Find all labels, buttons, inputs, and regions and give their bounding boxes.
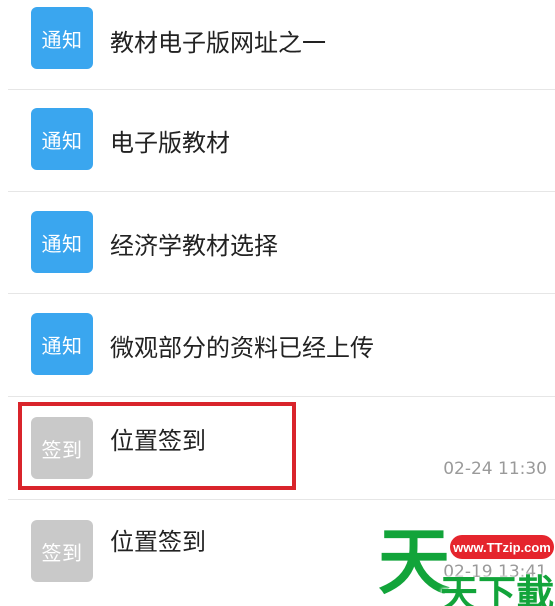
list-item-notice-economics[interactable]: 通知 经济学教材选择 [0, 192, 555, 294]
item-title: 经济学教材选择 [110, 232, 278, 260]
notice-badge: 通知 [31, 313, 93, 375]
checkin-badge: 签到 [31, 417, 93, 479]
item-title: 电子版教材 [110, 129, 230, 157]
notice-badge: 通知 [31, 7, 93, 69]
item-title: 位置签到 [110, 427, 206, 455]
list-item-notice-micro-materials[interactable]: 通知 微观部分的资料已经上传 [0, 294, 555, 396]
list-item-checkin-2[interactable]: 签到 位置签到 02-19 13:41 [0, 500, 555, 602]
notice-badge: 通知 [31, 108, 93, 170]
item-timestamp: 02-19 13:41 [443, 562, 547, 582]
item-title: 教材电子版网址之一 [110, 29, 326, 57]
item-timestamp: 02-24 11:30 [443, 459, 547, 479]
item-title: 位置签到 [110, 528, 206, 556]
list-item-notice-textbook-link[interactable]: 通知 教材电子版网址之一 [0, 0, 555, 90]
item-title: 微观部分的资料已经上传 [110, 334, 374, 362]
checkin-badge: 签到 [31, 520, 93, 582]
list-item-checkin-1[interactable]: 签到 位置签到 02-24 11:30 [0, 397, 555, 499]
activity-list: 通知 教材电子版网址之一 通知 电子版教材 通知 经济学教材选择 通知 微观部分… [0, 0, 555, 606]
notice-badge: 通知 [31, 211, 93, 273]
list-item-notice-ebook[interactable]: 通知 电子版教材 [0, 90, 555, 192]
